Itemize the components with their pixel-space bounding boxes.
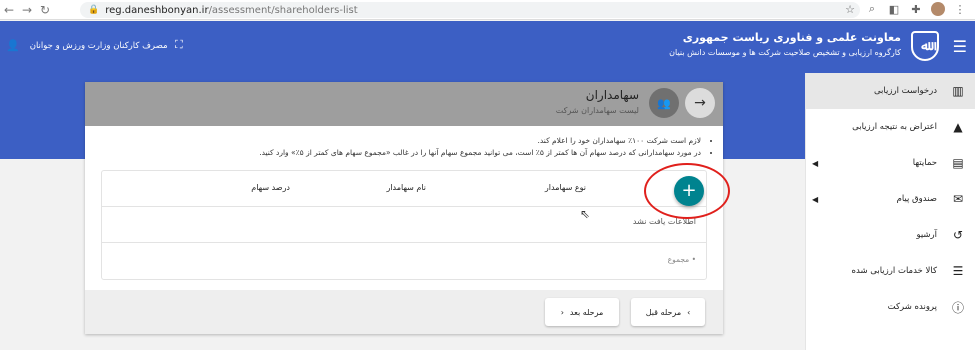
- history-icon: ↺: [952, 228, 964, 242]
- sidebar: ▥ درخواست ارزیابی ▲ اعتراض به نتیجه ارزی…: [805, 73, 975, 350]
- next-step-label: مرحله بعد: [569, 307, 604, 317]
- gift-icon: ▤: [952, 156, 964, 170]
- app-header: ☰ ﷲ معاونت علمی و فناوری ریاست جمهوری کا…: [0, 21, 975, 73]
- user-area[interactable]: مصرف کارکنان وزارت ورزش و جوانان 👤: [6, 39, 168, 52]
- mouse-cursor-icon: ⇖: [580, 207, 591, 221]
- sidebar-item-company-file[interactable]: ⓘ پرونده شرکت: [806, 289, 975, 325]
- card-footer: › مرحله قبل مرحله بعد ‹: [85, 290, 723, 334]
- chevron-right-icon: ›: [687, 307, 691, 317]
- sidebar-item-label: پرونده شرکت: [887, 302, 937, 312]
- note-item: لازم است شرکت ۱۰۰٪ سهامداران خود را اعلا…: [103, 136, 701, 145]
- brand-subtitle: کارگروه ارزیابی و تشخیص صلاحیت شرکت ها و…: [669, 48, 901, 57]
- sidebar-item-label: آرشیو: [916, 230, 937, 240]
- page-subtitle: لیست سهامداران شرکت: [555, 106, 639, 115]
- sidebar-item-label: کالا خدمات ارزیابی شده: [851, 266, 937, 276]
- column-header-percent: درصد سهام: [251, 183, 290, 192]
- user-icon[interactable]: 👤: [6, 39, 20, 52]
- caret-left-icon: ◀: [812, 158, 819, 168]
- table-row: اطلاعات یافت نشد: [102, 207, 706, 243]
- sidebar-item-objection[interactable]: ▲ اعتراض به نتیجه ارزیابی: [806, 109, 975, 145]
- chevron-left-icon: ‹: [560, 307, 564, 317]
- back-icon[interactable]: ←: [0, 3, 18, 17]
- user-label: مصرف کارکنان وزارت ورزش و جوانان: [29, 40, 168, 51]
- notes-list: لازم است شرکت ۱۰۰٪ سهامداران خود را اعلا…: [103, 136, 713, 160]
- page-title: سهامداران: [585, 88, 639, 102]
- sum-label: • مجموع: [667, 255, 696, 264]
- bar-chart-icon: ▥: [952, 84, 964, 98]
- previous-step-button[interactable]: › مرحله قبل: [631, 298, 705, 326]
- warning-icon: ▲: [953, 120, 963, 134]
- reload-icon[interactable]: ↻: [36, 3, 54, 17]
- sidebar-item-label: اعتراض به نتیجه ارزیابی: [852, 122, 937, 132]
- table-header: نوع سهامدار نام سهامدار درصد سهام: [102, 171, 706, 207]
- shareholders-card: → 👥 سهامداران لیست سهامداران شرکت لازم ا…: [85, 82, 723, 334]
- card-header: → 👥 سهامداران لیست سهامداران شرکت: [85, 82, 723, 126]
- browser-toolbar: ← → ↻ 🔒 reg.daneshbonyan.ir /assessment/…: [0, 0, 975, 20]
- forward-icon[interactable]: →: [18, 3, 36, 17]
- column-header-name: نام سهامدار: [386, 183, 426, 192]
- caret-left-icon: ◀: [812, 194, 819, 204]
- hamburger-menu-icon[interactable]: ☰: [953, 37, 967, 56]
- previous-step-label: مرحله قبل: [645, 307, 682, 317]
- info-icon: ⓘ: [951, 300, 964, 315]
- fullscreen-icon[interactable]: ⛶: [175, 38, 183, 52]
- url-path: /assessment/shareholders-list: [208, 4, 358, 16]
- sidebar-item-assessment-request[interactable]: ▥ درخواست ارزیابی: [806, 73, 975, 109]
- avatar[interactable]: [931, 2, 945, 16]
- list-icon: ☰: [952, 264, 964, 278]
- sidebar-item-supports[interactable]: ▤ حمایتها ◀: [806, 145, 975, 181]
- column-header-type: نوع سهامدار: [544, 183, 586, 192]
- sidebar-item-archive[interactable]: ↺ آرشیو: [806, 217, 975, 253]
- brand-title: معاونت علمی و فناوری ریاست جمهوری: [682, 31, 901, 44]
- menu-dots-icon[interactable]: ⋮: [953, 3, 967, 16]
- mail-icon: ✉: [952, 192, 964, 206]
- sidebar-item-assessed-products[interactable]: ☰ کالا خدمات ارزیابی شده: [806, 253, 975, 289]
- address-bar[interactable]: 🔒 reg.daneshbonyan.ir /assessment/shareh…: [80, 2, 860, 18]
- extension-icon[interactable]: ◧: [887, 3, 901, 16]
- highlight-annotation: [644, 163, 730, 219]
- puzzle-icon[interactable]: ✚: [909, 3, 923, 16]
- note-item: در مورد سهامدارانی که درصد سهام آن ها کم…: [103, 148, 701, 157]
- people-icon: 👥: [649, 88, 679, 118]
- shareholders-table: نوع سهامدار نام سهامدار درصد سهام اطلاعا…: [101, 170, 707, 280]
- sidebar-item-messages[interactable]: ✉ صندوق پیام ◀: [806, 181, 975, 217]
- url-host: reg.daneshbonyan.ir: [105, 4, 209, 16]
- search-icon[interactable]: ⌕: [865, 2, 879, 16]
- sidebar-item-label: درخواست ارزیابی: [873, 86, 937, 96]
- sidebar-item-label: حمایتها: [912, 158, 937, 168]
- lock-icon: 🔒: [88, 5, 100, 15]
- sidebar-item-label: صندوق پیام: [896, 194, 937, 204]
- next-step-button[interactable]: مرحله بعد ‹: [545, 298, 619, 326]
- emblem-logo: ﷲ: [911, 31, 939, 61]
- arrow-right-icon[interactable]: →: [685, 88, 715, 118]
- table-sum-row: • مجموع: [102, 243, 706, 279]
- star-icon[interactable]: ☆: [843, 3, 857, 16]
